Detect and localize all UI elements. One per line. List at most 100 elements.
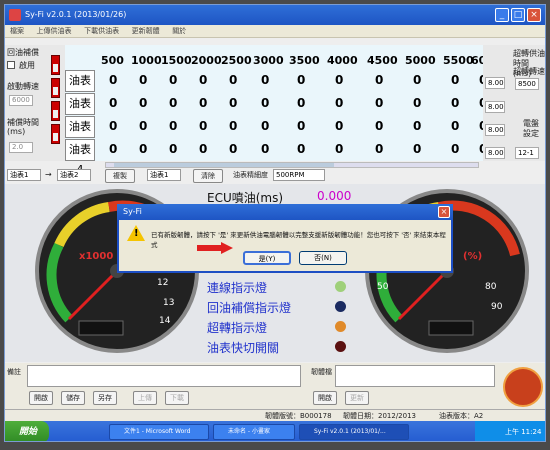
table-cell[interactable]: 0 bbox=[109, 73, 117, 87]
table-cell[interactable]: 0 bbox=[199, 96, 207, 110]
table-cell[interactable]: 0 bbox=[109, 119, 117, 133]
menu-about[interactable]: 關於 bbox=[167, 25, 191, 38]
save-button[interactable]: 儲存 bbox=[61, 391, 85, 405]
precision-select[interactable]: 500RPM bbox=[273, 169, 325, 181]
dialog-close-button[interactable]: × bbox=[438, 206, 450, 218]
upload-button[interactable]: 上傳 bbox=[133, 391, 157, 405]
clear-table-select[interactable]: 油表1 bbox=[147, 169, 181, 181]
dialog-title-bar[interactable]: Sy-Fi × bbox=[117, 204, 453, 220]
table-cell[interactable]: 0 bbox=[451, 96, 459, 110]
source-table-select[interactable]: 油表1 bbox=[7, 169, 41, 181]
close-button[interactable]: × bbox=[527, 8, 541, 22]
table-cell[interactable]: 0 bbox=[199, 73, 207, 87]
table-cell[interactable]: 0 bbox=[335, 73, 343, 87]
table-cell[interactable]: 0 bbox=[413, 73, 421, 87]
table-cell[interactable]: 0 bbox=[139, 142, 147, 156]
table-cell[interactable]: 0 bbox=[139, 96, 147, 110]
status-firmware: 韌體版號：B000178 bbox=[265, 412, 332, 420]
memo-input[interactable] bbox=[27, 365, 301, 387]
fw-update-button[interactable]: 更新 bbox=[345, 391, 369, 405]
table-scrollbar[interactable] bbox=[105, 162, 479, 168]
row3-time-input[interactable]: 8.00 bbox=[485, 124, 505, 136]
copy-button[interactable]: 複製 bbox=[105, 169, 135, 183]
table-cell[interactable]: 0 bbox=[297, 96, 305, 110]
row4-time-input[interactable]: 8.00 bbox=[485, 147, 505, 159]
no-button[interactable]: 否(N) bbox=[299, 251, 347, 265]
fw-open-button[interactable]: 開啟 bbox=[313, 391, 337, 405]
table2-switch[interactable] bbox=[51, 78, 60, 98]
firmware-file-input[interactable] bbox=[335, 365, 495, 387]
table-cell[interactable]: 0 bbox=[199, 142, 207, 156]
table-cell[interactable]: 0 bbox=[451, 119, 459, 133]
row2-time-input[interactable]: 8.00 bbox=[485, 101, 505, 113]
table-cell[interactable]: 0 bbox=[413, 119, 421, 133]
table-cell[interactable]: 0 bbox=[297, 142, 305, 156]
row-header[interactable]: 油表2 bbox=[65, 93, 95, 130]
minimize-button[interactable]: _ bbox=[495, 8, 509, 22]
table-cell[interactable]: 0 bbox=[169, 96, 177, 110]
table-cell[interactable]: 0 bbox=[335, 142, 343, 156]
table4-switch[interactable] bbox=[51, 124, 60, 144]
menu-update-firmware[interactable]: 更新韌體 bbox=[127, 25, 165, 38]
table-cell[interactable]: 0 bbox=[261, 96, 269, 110]
ultra-rpm-input[interactable]: 8500 bbox=[515, 78, 539, 90]
scroll-thumb[interactable] bbox=[114, 163, 334, 167]
table-cell[interactable]: 0 bbox=[261, 142, 269, 156]
title-bar[interactable]: Sy-Fi v2.0.1 (2013/01/26) _ □ × bbox=[5, 5, 545, 25]
red-arrow-icon bbox=[197, 242, 233, 254]
table-cell[interactable]: 0 bbox=[139, 73, 147, 87]
row-header[interactable]: 油表1 bbox=[65, 70, 95, 107]
table-cell[interactable]: 0 bbox=[169, 119, 177, 133]
maximize-button[interactable]: □ bbox=[511, 8, 525, 22]
table-cell[interactable]: 0 bbox=[413, 142, 421, 156]
connection-lamp bbox=[335, 281, 346, 292]
table-cell[interactable]: 0 bbox=[413, 96, 421, 110]
task-syfi[interactable]: Sy-Fi v2.0.1 (2013/01/... bbox=[299, 424, 409, 440]
menu-upload-table[interactable]: 上傳供油表 bbox=[32, 25, 77, 38]
row-header[interactable]: 油表4 bbox=[65, 139, 95, 176]
start-button[interactable]: 開始 bbox=[5, 421, 49, 441]
table-cell[interactable]: 0 bbox=[139, 119, 147, 133]
task-word[interactable]: 文件1 - Microsoft Word bbox=[109, 424, 209, 440]
table-cell[interactable]: 0 bbox=[375, 142, 383, 156]
clear-button[interactable]: 清除 bbox=[193, 169, 223, 183]
save-as-button[interactable]: 另存 bbox=[93, 391, 117, 405]
task-paint[interactable]: 未命名 - 小畫家 bbox=[213, 424, 295, 440]
menu-download-table[interactable]: 下載供油表 bbox=[79, 25, 124, 38]
table-cell[interactable]: 0 bbox=[335, 119, 343, 133]
table-cell[interactable]: 0 bbox=[375, 119, 383, 133]
table-cell[interactable]: 0 bbox=[169, 142, 177, 156]
table-cell[interactable]: 0 bbox=[229, 73, 237, 87]
table-cell[interactable]: 0 bbox=[229, 119, 237, 133]
table-cell[interactable]: 0 bbox=[297, 73, 305, 87]
table-cell[interactable]: 0 bbox=[261, 73, 269, 87]
electric-select[interactable]: 12-1 bbox=[515, 147, 539, 159]
status-table-version: 油表版本：A2 bbox=[439, 412, 484, 420]
comp-time-input[interactable]: 2.0 bbox=[9, 142, 33, 153]
start-rpm-input[interactable]: 6000 bbox=[9, 95, 33, 106]
table-cell[interactable]: 0 bbox=[451, 142, 459, 156]
ultra-time-input[interactable]: 8.00 bbox=[485, 77, 505, 89]
table-cell[interactable]: 0 bbox=[169, 73, 177, 87]
table-cell[interactable]: 0 bbox=[375, 73, 383, 87]
table1-switch[interactable] bbox=[51, 55, 60, 75]
target-table-select[interactable]: 油表2 bbox=[57, 169, 91, 181]
menu-file[interactable]: 檔案 bbox=[5, 25, 29, 38]
table-cell[interactable]: 0 bbox=[451, 73, 459, 87]
table-cell[interactable]: 0 bbox=[229, 142, 237, 156]
table-cell[interactable]: 0 bbox=[261, 119, 269, 133]
open-button[interactable]: 開啟 bbox=[29, 391, 53, 405]
table-cell[interactable]: 0 bbox=[109, 96, 117, 110]
right-panel: 超轉供油時間(ms) 8.00 超轉轉速 8500 8.00 8.00 電盤設定… bbox=[483, 45, 545, 161]
enable-checkbox[interactable] bbox=[7, 61, 15, 69]
table-cell[interactable]: 0 bbox=[375, 96, 383, 110]
table-cell[interactable]: 0 bbox=[109, 142, 117, 156]
table-cell[interactable]: 0 bbox=[199, 119, 207, 133]
table3-switch[interactable] bbox=[51, 101, 60, 121]
yes-button[interactable]: 是(Y) bbox=[243, 251, 291, 265]
download-button[interactable]: 下載 bbox=[165, 391, 189, 405]
table-cell[interactable]: 0 bbox=[335, 96, 343, 110]
table-cell[interactable]: 0 bbox=[229, 96, 237, 110]
row-header[interactable]: 油表3 bbox=[65, 116, 95, 153]
table-cell[interactable]: 0 bbox=[297, 119, 305, 133]
